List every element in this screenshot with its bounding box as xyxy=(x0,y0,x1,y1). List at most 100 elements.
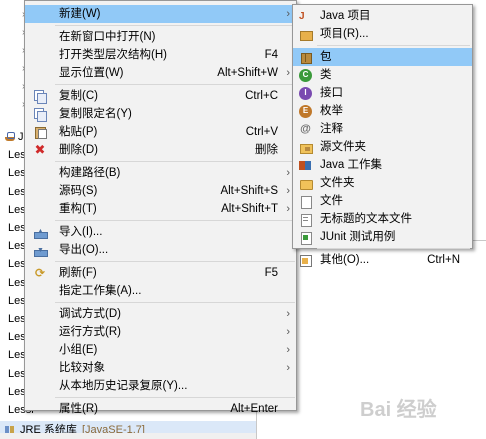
submenu-separator xyxy=(317,248,470,249)
menu-item-label: 比较对象 xyxy=(59,362,105,374)
menu-item[interactable]: 属性(R) Alt+Enter xyxy=(25,400,296,418)
menu-item[interactable]: 比较对象 › xyxy=(25,359,296,377)
paste-icon xyxy=(34,126,47,139)
submenu-item[interactable]: C类 xyxy=(293,66,472,84)
menu-item[interactable]: ⟳ 刷新(F) F5 xyxy=(25,264,296,282)
menu-separator xyxy=(55,220,295,221)
submenu-item[interactable]: 无标题的文本文件 xyxy=(293,210,472,228)
menu-item[interactable]: 显示位置(W) Alt+Shift+W › xyxy=(25,64,296,82)
submenu-item[interactable]: 项目(R)... xyxy=(293,25,472,43)
package-icon xyxy=(299,51,312,64)
menu-item-shortcut: 删除 xyxy=(255,144,278,156)
watermark: Bai 经验 xyxy=(360,399,437,421)
submenu-item-label: 无标题的文本文件 xyxy=(320,213,412,225)
menu-item-label: 删除(D) xyxy=(59,144,98,156)
menu-item[interactable]: 调试方式(D) › xyxy=(25,305,296,323)
menu-item[interactable]: 重构(T) Alt+Shift+T › xyxy=(25,200,296,218)
menu-item-shortcut: Alt+Shift+S xyxy=(220,185,278,197)
submenu-item-label: Java 项目 xyxy=(320,10,371,22)
menu-item[interactable]: 小组(E) › xyxy=(25,341,296,359)
menu-item-label: 导入(I)... xyxy=(59,226,103,238)
menu-item[interactable]: 粘贴(P) Ctrl+V xyxy=(25,123,296,141)
menu-item[interactable]: 复制限定名(Y) xyxy=(25,105,296,123)
copy-icon xyxy=(34,108,47,122)
menu-item-label: 粘贴(P) xyxy=(59,126,98,138)
menu-item-shortcut: Alt+Shift+T xyxy=(221,203,278,215)
submenu-item[interactable]: Java 工作集 xyxy=(293,156,472,174)
menu-item[interactable]: 复制(C) Ctrl+C xyxy=(25,87,296,105)
menu-item[interactable]: 构建路径(B) › xyxy=(25,164,296,182)
java-project-icon: J xyxy=(299,11,305,22)
menu-item[interactable]: 新建(W) › xyxy=(25,5,296,23)
menu-item-shortcut: Alt+Shift+W xyxy=(217,67,278,79)
java-working-set-icon xyxy=(299,159,312,172)
source-folder-icon xyxy=(299,141,313,154)
menu-item-shortcut: F5 xyxy=(264,267,278,279)
project-icon xyxy=(299,28,313,41)
delete-icon: ✖ xyxy=(34,142,46,157)
menu-separator xyxy=(55,161,295,162)
menu-item-shortcut: Alt+Enter xyxy=(230,403,278,415)
menu-item[interactable]: 在新窗口中打开(N) xyxy=(25,28,296,46)
submenu-item[interactable]: J Java 项目 xyxy=(293,7,472,25)
menu-item[interactable]: 打开类型层次结构(H) F4 xyxy=(25,46,296,64)
submenu-arrow-icon: › xyxy=(286,167,290,179)
menu-item-label: 复制限定名(Y) xyxy=(59,108,132,120)
submenu-item[interactable]: @ 注释 xyxy=(293,120,472,138)
submenu-item[interactable]: E 枚举 xyxy=(293,102,472,120)
menu-item[interactable]: 源码(S) Alt+Shift+S › xyxy=(25,182,296,200)
submenu-item[interactable]: 源文件夹 xyxy=(293,138,472,156)
java-project-icon xyxy=(4,132,16,142)
menu-item-shortcut: Ctrl+V xyxy=(245,126,278,138)
submenu-item[interactable]: 文件夹 xyxy=(293,174,472,192)
submenu-arrow-icon: › xyxy=(286,67,290,79)
menu-item[interactable]: 从本地历史记录复原(Y)... xyxy=(25,377,296,395)
context-menu: 新建(W) › 在新窗口中打开(N) 打开类型层次结构(H) F4 显示位置(W) Alt+… xyxy=(24,0,297,415)
menu-item-label: 构建路径(B) xyxy=(59,167,121,179)
menu-item[interactable]: ✖ 删除(D) 删除 xyxy=(25,141,296,159)
menu-item-label: 从本地历史记录复原(Y)... xyxy=(59,380,188,392)
submenu-item-label: 注释 xyxy=(320,123,343,135)
submenu-item-label: 源文件夹 xyxy=(320,141,366,153)
menu-item[interactable]: 运行方式(R) › xyxy=(25,323,296,341)
submenu-item[interactable]: JUnit 测试用例 xyxy=(293,228,472,246)
other-wizard-icon xyxy=(299,254,312,267)
enum-icon: E xyxy=(299,105,312,118)
file-icon xyxy=(299,195,312,209)
submenu-item-shortcut: Ctrl+N xyxy=(427,254,460,266)
menu-separator xyxy=(55,25,295,26)
submenu-item[interactable]: 包 xyxy=(293,48,472,66)
menu-separator xyxy=(55,84,295,85)
menu-separator xyxy=(55,397,295,398)
menu-item-label: 指定工作集(A)... xyxy=(59,285,142,297)
menu-item-label: 复制(C) xyxy=(59,90,98,102)
submenu-item-label: 其他(O)... xyxy=(320,254,370,266)
menu-separator xyxy=(55,261,295,262)
submenu-arrow-icon: › xyxy=(286,344,290,356)
submenu-item-label: 文件 xyxy=(320,195,343,207)
menu-item[interactable]: 指定工作集(A)... xyxy=(25,282,296,300)
submenu-item-label: 枚举 xyxy=(320,105,343,117)
submenu-item-label: 类 xyxy=(320,69,332,81)
menu-item-label: 重构(T) xyxy=(59,203,97,215)
submenu-item[interactable]: 其他(O)... Ctrl+N xyxy=(293,251,472,269)
horizontal-scrollbar[interactable] xyxy=(0,433,256,439)
menu-item-label: 在新窗口中打开(N) xyxy=(59,31,156,43)
refresh-icon: ⟳ xyxy=(34,266,46,280)
submenu-separator xyxy=(317,45,470,46)
submenu-item[interactable]: 文件 xyxy=(293,192,472,210)
menu-item-shortcut: F4 xyxy=(264,49,278,61)
submenu-arrow-icon: › xyxy=(286,326,290,338)
submenu-item-label: JUnit 测试用例 xyxy=(320,231,396,243)
export-icon xyxy=(34,242,48,260)
submenu-item[interactable]: I 接口 xyxy=(293,84,472,102)
submenu-arrow-icon: › xyxy=(286,203,290,215)
menu-item-shortcut: Ctrl+C xyxy=(245,90,278,102)
menu-item-label: 调试方式(D) xyxy=(59,308,121,320)
menu-item-label: 刷新(F) xyxy=(59,267,97,279)
class-icon: C xyxy=(299,69,312,82)
menu-item[interactable]: 导出(O)... xyxy=(25,241,296,260)
menu-item-label: 导出(O)... xyxy=(59,244,109,256)
menu-item[interactable]: 导入(I)... xyxy=(25,223,296,241)
menu-separator xyxy=(55,302,295,303)
